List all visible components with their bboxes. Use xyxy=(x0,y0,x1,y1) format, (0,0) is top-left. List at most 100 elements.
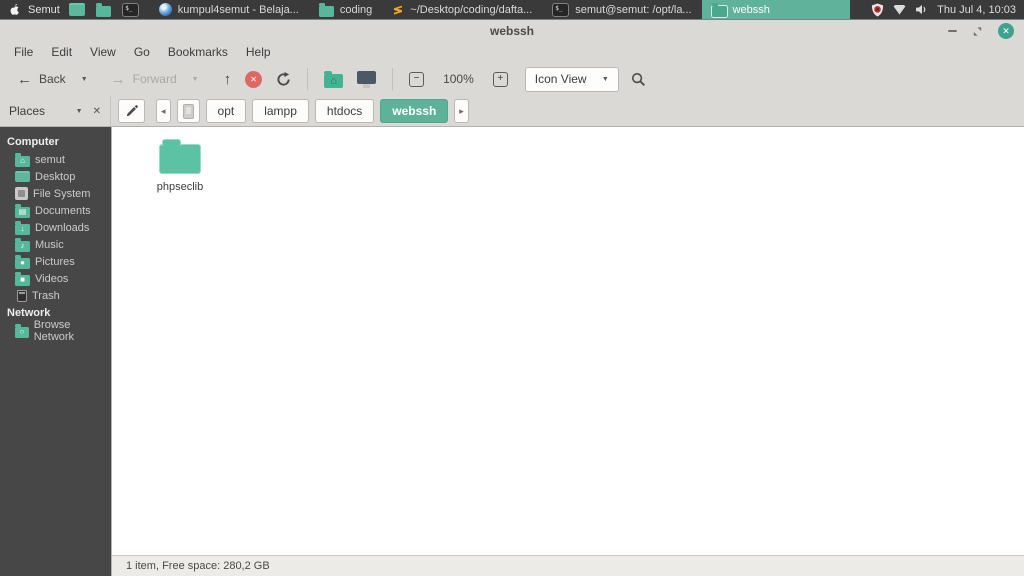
wifi-icon[interactable] xyxy=(893,4,906,15)
places-panel-header: Places ▼ ✕ xyxy=(0,96,111,126)
up-arrow-icon: ↑ xyxy=(223,70,232,88)
up-button[interactable]: ↑ xyxy=(217,66,239,92)
breadcrumb-htdocs[interactable]: htdocs xyxy=(314,99,375,123)
places-close-icon[interactable]: ✕ xyxy=(93,106,101,117)
home-folder-icon: ⌂ xyxy=(324,70,344,88)
folder-icon xyxy=(318,2,334,17)
sidebar-item-videos[interactable]: ■ Videos xyxy=(0,270,111,287)
back-button[interactable]: ← Back xyxy=(10,66,73,92)
window-titlebar: webssh ✕ xyxy=(0,20,1024,42)
search-icon xyxy=(631,72,645,86)
menu-view[interactable]: View xyxy=(81,45,125,59)
menu-bookmarks[interactable]: Bookmarks xyxy=(159,45,237,59)
stop-icon: ✕ xyxy=(245,70,263,88)
back-label: Back xyxy=(39,72,66,86)
zoom-out-button[interactable]: − xyxy=(402,66,431,92)
menu-go[interactable]: Go xyxy=(125,45,159,59)
sidebar-item-desktop[interactable]: Desktop xyxy=(0,168,111,185)
breadcrumb-webssh-current[interactable]: webssh xyxy=(380,99,449,123)
sidebar-item-downloads[interactable]: ↓ Downloads xyxy=(0,219,111,236)
file-name: phpseclib xyxy=(156,181,204,193)
breadcrumb: ◂ opt lampp htdocs webssh ▸ xyxy=(111,96,1024,126)
task-coding-folder[interactable]: coding xyxy=(309,0,382,19)
chevron-down-icon: ▼ xyxy=(601,75,609,83)
close-button[interactable]: ✕ xyxy=(998,23,1014,39)
close-x-glyph: ✕ xyxy=(1002,25,1010,36)
window-body: Computer ⌂ semut Desktop File System ▤ D… xyxy=(0,127,1024,576)
file-item-phpseclib[interactable]: phpseclib xyxy=(128,135,232,193)
chevron-down-icon[interactable]: ▼ xyxy=(76,108,83,115)
toolbar: ← Back ▼ → Forward ▼ ↑ ✕ ⌂ − 100% + Icon… xyxy=(0,62,1024,96)
clock[interactable]: Thu Jul 4, 10:03 xyxy=(937,4,1016,16)
task-terminal[interactable]: $_ semut@semut: /opt/la... xyxy=(542,0,701,19)
sidebar-item-documents[interactable]: ▤ Documents xyxy=(0,202,111,219)
sidebar-item-semut[interactable]: ⌂ semut xyxy=(0,151,111,168)
volume-icon[interactable] xyxy=(915,4,928,15)
terminal-launcher-icon[interactable]: $_ xyxy=(121,1,141,19)
security-shield-icon[interactable] xyxy=(871,3,884,17)
edit-location-button[interactable] xyxy=(118,99,145,123)
location-row: Places ▼ ✕ ◂ opt lampp htdocs webssh ▸ xyxy=(0,96,1024,127)
sidebar-item-music[interactable]: ♪ Music xyxy=(0,236,111,253)
forward-history-dropdown[interactable]: ▼ xyxy=(184,66,207,92)
toolbar-separator xyxy=(307,68,309,90)
apple-menu-label[interactable]: Semut xyxy=(28,4,60,16)
zoom-in-icon: + xyxy=(492,71,508,87)
minimize-button[interactable] xyxy=(948,30,957,32)
sidebar-item-pictures[interactable]: ● Pictures xyxy=(0,253,111,270)
breadcrumb-opt[interactable]: opt xyxy=(205,99,247,123)
sidebar-item-browse-network[interactable]: ○ Browse Network xyxy=(0,319,111,343)
file-manager-launcher-icon[interactable] xyxy=(94,1,114,19)
task-label: coding xyxy=(339,3,373,16)
network-folder-icon: ○ xyxy=(15,323,29,338)
view-mode-select[interactable]: Icon View ▼ xyxy=(524,66,619,92)
reload-button[interactable] xyxy=(269,66,298,92)
documents-folder-icon: ▤ xyxy=(15,203,30,218)
file-view: phpseclib 1 item, Free space: 280,2 GB xyxy=(111,127,1024,576)
back-history-dropdown[interactable]: ▼ xyxy=(73,66,96,92)
window-controls: ✕ xyxy=(948,20,1014,42)
trash-icon xyxy=(17,289,27,302)
task-label: semut@semut: /opt/la... xyxy=(575,3,692,16)
menu-bar: File Edit View Go Bookmarks Help xyxy=(0,42,1024,62)
pencil-icon xyxy=(126,104,138,116)
desktop-screen: Semut $_ kumpul4semut - Belaja... coding… xyxy=(0,0,1024,576)
sidebar-item-file-system[interactable]: File System xyxy=(0,185,111,202)
apple-menu-icon[interactable] xyxy=(7,3,21,17)
places-selector[interactable]: Places xyxy=(9,104,76,118)
forward-button[interactable]: → Forward xyxy=(104,66,184,92)
breadcrumb-root-button[interactable] xyxy=(176,99,200,123)
panel-left-cluster: Semut $_ xyxy=(0,1,149,19)
workspace-window-icon[interactable] xyxy=(67,1,87,19)
task-label: kumpul4semut - Belaja... xyxy=(177,3,299,16)
home-button[interactable]: ⌂ xyxy=(317,66,350,92)
icon-view-area[interactable]: phpseclib xyxy=(112,127,1024,555)
status-text: 1 item, Free space: 280,2 GB xyxy=(126,560,270,572)
window-list: kumpul4semut - Belaja... coding ~/Deskto… xyxy=(149,0,863,19)
task-label: webssh xyxy=(732,3,770,16)
triangle-right-icon: ▸ xyxy=(459,105,464,116)
videos-folder-icon: ■ xyxy=(15,271,30,286)
task-browser[interactable]: kumpul4semut - Belaja... xyxy=(149,0,309,19)
view-mode-value: Icon View xyxy=(534,72,587,86)
zoom-in-button[interactable]: + xyxy=(486,66,515,92)
task-sublime-text[interactable]: ~/Desktop/coding/dafta... xyxy=(382,0,542,19)
breadcrumb-scroll-right-button[interactable]: ▸ xyxy=(454,99,469,123)
task-webssh-active[interactable]: webssh xyxy=(701,0,850,19)
sidebar-item-trash[interactable]: Trash xyxy=(0,287,111,304)
computer-button[interactable] xyxy=(350,66,383,92)
forward-label: Forward xyxy=(132,72,177,86)
menu-file[interactable]: File xyxy=(5,45,42,59)
search-button[interactable] xyxy=(631,72,646,87)
menu-help[interactable]: Help xyxy=(237,45,280,59)
reload-icon xyxy=(277,71,290,86)
breadcrumb-lampp[interactable]: lampp xyxy=(252,99,309,123)
zoom-level[interactable]: 100% xyxy=(431,72,486,86)
restore-button[interactable] xyxy=(972,26,983,37)
menu-edit[interactable]: Edit xyxy=(42,45,81,59)
stop-button[interactable]: ✕ xyxy=(238,66,269,92)
status-indicators: Thu Jul 4, 10:03 xyxy=(863,3,1024,17)
drive-icon xyxy=(182,103,194,119)
breadcrumb-scroll-left-button[interactable]: ◂ xyxy=(156,99,171,123)
browser-icon xyxy=(158,3,172,16)
